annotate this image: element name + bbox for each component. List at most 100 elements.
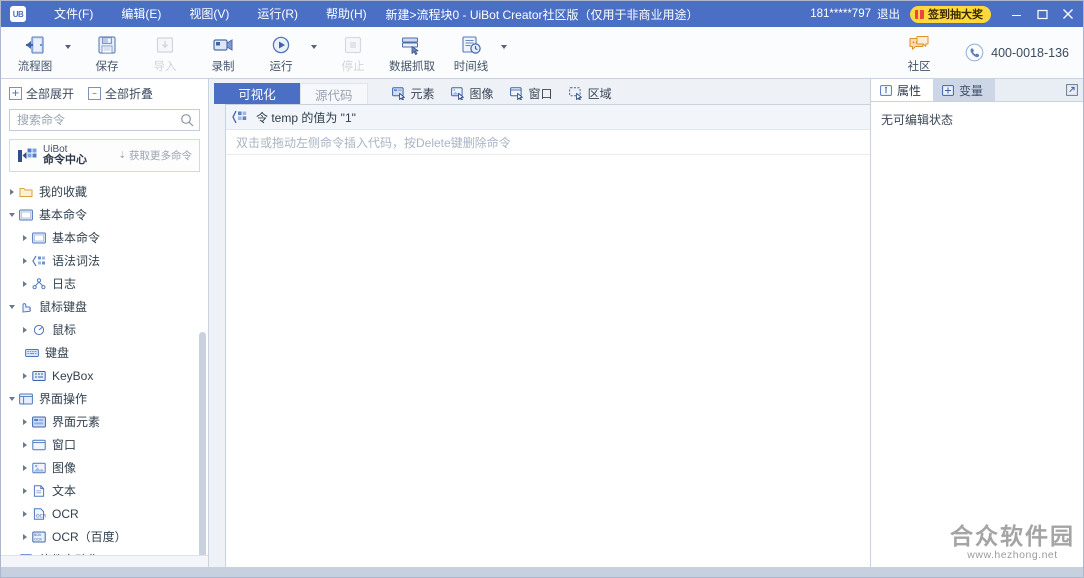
timeline-icon [458, 33, 484, 57]
search-input[interactable] [9, 109, 200, 131]
chevron-right-icon[interactable] [19, 487, 31, 494]
toolbar-flowchart[interactable]: 流程图 [7, 31, 63, 75]
tree-syntax[interactable]: 语法词法 [1, 249, 208, 272]
menu-run[interactable]: 运行(R) [243, 1, 312, 27]
chevron-right-icon[interactable] [19, 464, 31, 471]
chevron-down-icon[interactable] [6, 396, 18, 401]
get-more-commands-link[interactable]: ⇣ 获取更多命令 [118, 148, 192, 163]
command-sidebar: + 全部展开 – 全部折叠 搜索命令 UiBot 命令中心 ⇣ 获取更多命令 我… [1, 79, 209, 567]
expand-all-button[interactable]: + 全部展开 [9, 85, 74, 102]
tree-ocr-baidu[interactable]: BDU OCR OCR（百度） [1, 525, 208, 548]
tree-image[interactable]: 图像 [1, 456, 208, 479]
sidebar-scrollbar[interactable] [199, 182, 206, 555]
tool-element[interactable]: 元素 [391, 85, 435, 102]
tree-ocr[interactable]: OCR OCR [1, 502, 208, 525]
tree-label: 界面操作 [39, 392, 88, 406]
tree-keyboard[interactable]: 键盘 [1, 341, 208, 364]
toolbar-data-capture[interactable]: 数据抓取 [383, 31, 441, 75]
collapse-all-label: 全部折叠 [105, 87, 154, 101]
minimize-button[interactable] [1003, 1, 1029, 27]
tree-label: OCR [52, 506, 79, 521]
tab-source[interactable]: 源代码 [300, 83, 368, 104]
menu-view[interactable]: 视图(V) [175, 1, 243, 27]
watermark-url: www.hezhong.net [967, 549, 1058, 561]
editor-area: 可视化 源代码 元素 图像 窗口 区域 令 temp 的值为 "1" 双击或拖动… [209, 79, 871, 567]
chevron-right-icon[interactable] [19, 510, 31, 517]
tab-variables[interactable]: 变量 [933, 79, 996, 101]
collapse-all-button[interactable]: – 全部折叠 [88, 85, 153, 102]
toolbar-save[interactable]: 保存 [79, 31, 135, 75]
chevron-right-icon[interactable] [19, 326, 31, 333]
tool-region[interactable]: 区域 [568, 85, 612, 102]
title-bar-right: 181*****797 退出 签到抽大奖 [810, 1, 1083, 27]
tree-software-automation[interactable]: A 软件自动化 [1, 548, 208, 555]
code-statement-text: 令 temp 的值为 "1" [256, 110, 356, 125]
get-more-commands-label: 获取更多命令 [129, 150, 192, 162]
toolbar-stop-label: 停止 [341, 60, 365, 73]
menu-edit[interactable]: 编辑(E) [107, 1, 175, 27]
tree-label: 界面元素 [52, 415, 101, 429]
timeline-chevron-down-icon[interactable] [501, 44, 507, 49]
close-button[interactable] [1055, 1, 1081, 27]
tool-window[interactable]: 窗口 [509, 85, 553, 102]
tree-mouse-keyboard[interactable]: 鼠标键盘 [1, 295, 208, 318]
tree-ui-operations[interactable]: 界面操作 [1, 387, 208, 410]
chevron-right-icon[interactable] [19, 441, 31, 448]
menu-help[interactable]: 帮助(H) [312, 1, 381, 27]
toolbar-timeline[interactable]: 时间线 [443, 31, 499, 75]
support-phone-number: 400-0018-136 [991, 45, 1069, 60]
chevron-right-icon[interactable] [19, 234, 31, 241]
ui-operation-icon [18, 392, 34, 406]
tree-keybox[interactable]: KeyBox [1, 364, 208, 387]
tree-text[interactable]: 文本 [1, 479, 208, 502]
svg-text:OCR: OCR [36, 513, 46, 519]
sidebar-expand-controls: + 全部展开 – 全部折叠 [9, 85, 200, 102]
tree-my-favorites[interactable]: 我的收藏 [1, 180, 208, 203]
support-phone: 400-0018-136 [965, 43, 1069, 62]
run-chevron-down-icon[interactable] [311, 44, 317, 49]
command-center-banner[interactable]: UiBot 命令中心 ⇣ 获取更多命令 [9, 139, 200, 172]
chevron-right-icon[interactable] [19, 257, 31, 264]
expand-all-label: 全部展开 [26, 87, 75, 101]
tab-visual[interactable]: 可视化 [214, 83, 300, 104]
visual-editor-canvas[interactable]: 令 temp 的值为 "1" 双击或拖动左侧命令插入代码，按Delete键删除命… [225, 104, 870, 567]
chevron-down-icon[interactable] [6, 304, 18, 309]
tree-log[interactable]: 日志 [1, 272, 208, 295]
tool-image[interactable]: 图像 [450, 85, 494, 102]
maximize-button[interactable] [1029, 1, 1055, 27]
toolbar-run[interactable]: 运行 [253, 31, 309, 75]
editor-tabs: 可视化 源代码 元素 图像 窗口 区域 [209, 79, 870, 104]
chevron-right-icon[interactable] [6, 188, 18, 195]
sidebar-scrollbar-thumb[interactable] [199, 332, 206, 555]
tree-window[interactable]: 窗口 [1, 433, 208, 456]
code-statement-row[interactable]: 令 temp 的值为 "1" [226, 105, 870, 130]
flowchart-chevron-down-icon[interactable] [65, 44, 71, 49]
tree-basic-commands-sub[interactable]: 基本命令 [1, 226, 208, 249]
expand-panel-icon[interactable] [1061, 79, 1083, 101]
properties-empty-state: 无可编辑状态 [881, 113, 954, 127]
tree-ui-element[interactable]: 界面元素 [1, 410, 208, 433]
region-picker-icon [568, 87, 584, 100]
command-tree: 我的收藏 基本命令 基本命令 语法词法 日志 鼠标键盘 鼠标 键盘 KeyBox… [1, 178, 208, 555]
basic-command-icon [31, 231, 47, 245]
logout-link[interactable]: 退出 [877, 6, 900, 22]
toolbar-data-capture-label: 数据抓取 [389, 60, 435, 73]
tree-label: 软件自动化 [39, 551, 99, 555]
community-chat-icon [906, 33, 932, 57]
tab-properties[interactable]: 属性 [871, 79, 934, 101]
tree-basic-commands[interactable]: 基本命令 [1, 203, 208, 226]
chevron-right-icon[interactable] [19, 372, 31, 379]
toolbar-record[interactable]: 录制 [195, 31, 251, 75]
toolbar-community[interactable]: 社区 [891, 31, 947, 75]
chevron-right-icon[interactable] [19, 418, 31, 425]
chevron-down-icon[interactable] [6, 212, 18, 217]
chevron-right-icon[interactable] [19, 280, 31, 287]
tree-label: 我的收藏 [39, 185, 88, 199]
data-capture-icon [399, 33, 425, 57]
lottery-button[interactable]: 签到抽大奖 [910, 5, 991, 23]
tree-mouse[interactable]: 鼠标 [1, 318, 208, 341]
account-label: 181*****797 [810, 8, 871, 20]
log-icon [31, 277, 47, 291]
menu-file[interactable]: 文件(F) [40, 1, 107, 27]
chevron-right-icon[interactable] [19, 533, 31, 540]
